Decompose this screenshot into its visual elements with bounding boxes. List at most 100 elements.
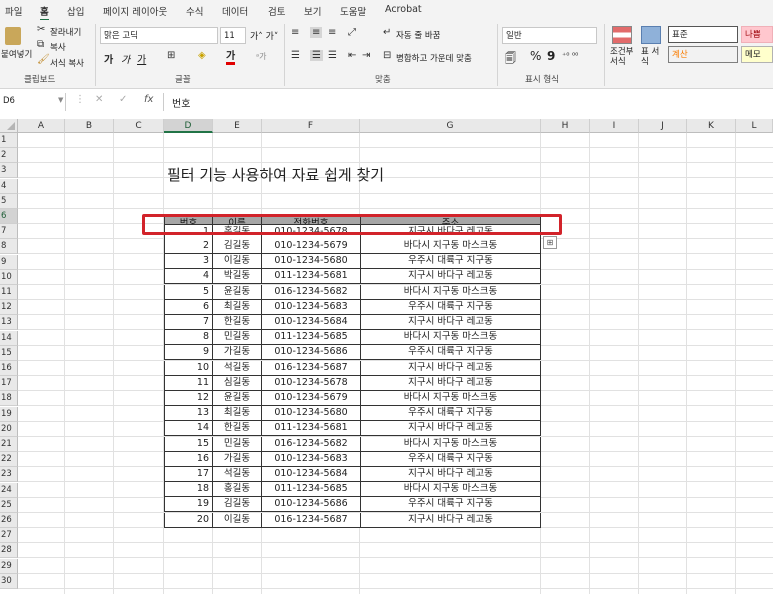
cell-address[interactable]: 바다시 지구동 마스크동 (360, 482, 541, 498)
row-header-8[interactable]: 8 (0, 239, 18, 255)
decimal-icon[interactable]: ⁺⁰ ⁰⁰ (562, 51, 578, 60)
tab-acrobat[interactable]: Acrobat (385, 4, 422, 15)
merge-center-button[interactable]: 병합하고 가운데 맞춤 (396, 52, 472, 64)
row-header-21[interactable]: 21 (0, 437, 18, 452)
row-header-11[interactable]: 11 (0, 285, 18, 300)
outdent-icon[interactable]: ⇥ (362, 50, 370, 61)
conditional-format-icon[interactable] (612, 26, 632, 44)
sheet-title[interactable]: 필터 기능 사용하여 자료 쉽게 찾기 (167, 164, 384, 186)
cell-address[interactable]: 바다시 지구동 마스크동 (360, 390, 541, 407)
cell-phone[interactable]: 010-1234-5680 (261, 254, 361, 270)
column-header-e[interactable]: E (213, 119, 262, 133)
cell-number[interactable]: 18 (164, 482, 213, 498)
column-header-k[interactable]: K (687, 119, 736, 133)
percent-icon[interactable]: % (530, 49, 541, 63)
cell-phone[interactable]: 016-1234-5687 (261, 360, 361, 376)
cell-name[interactable]: 최길동 (212, 406, 262, 422)
cell-number[interactable]: 6 (164, 299, 213, 315)
style-normal[interactable]: 표준 (668, 26, 738, 43)
cell-phone[interactable]: 011-1234-5681 (261, 421, 361, 437)
orientation-icon[interactable]: ⤢ (348, 27, 356, 38)
column-header-g[interactable]: G (360, 119, 541, 133)
cell-address[interactable]: 지구시 바다구 레고동 (360, 360, 541, 376)
row-header-9[interactable]: 9 (0, 254, 18, 270)
select-all-button[interactable] (0, 119, 18, 133)
cell-phone[interactable]: 011-1234-5681 (261, 269, 361, 285)
align-left-icon[interactable]: ☰ (291, 50, 300, 61)
comma-icon[interactable]: 9 (547, 49, 555, 63)
cell-name[interactable]: 김길동 (212, 238, 262, 255)
cell-phone[interactable]: 010-1234-5680 (261, 406, 361, 422)
row-header-26[interactable]: 26 (0, 513, 18, 528)
cell-number[interactable]: 2 (164, 238, 213, 255)
cell-address[interactable]: 바다시 지구동 마스크동 (360, 436, 541, 452)
column-header-f[interactable]: F (262, 119, 360, 133)
column-header-i[interactable]: I (590, 119, 639, 133)
cell-phone[interactable]: 011-1234-5685 (261, 330, 361, 346)
cell-phone[interactable]: 010-1234-5683 (261, 299, 361, 315)
cell-address[interactable]: 우주시 대륙구 지구동 (360, 497, 541, 513)
row-header-17[interactable]: 17 (0, 376, 18, 392)
enter-icon[interactable]: ✓ (119, 94, 127, 105)
merge-icon[interactable]: ⊟ (383, 50, 391, 61)
format-painter-button[interactable]: 서식 복사 (50, 57, 84, 69)
row-header-16[interactable]: 16 (0, 361, 18, 376)
cell-number[interactable]: 17 (164, 466, 213, 483)
column-header-d[interactable]: D (164, 119, 213, 133)
align-top-icon[interactable]: ≡ (291, 27, 299, 38)
quick-analysis-icon[interactable]: ⊞ (543, 236, 557, 249)
name-box[interactable]: D6 (0, 93, 66, 111)
cell-name[interactable]: 김길동 (212, 497, 262, 513)
cell-phone[interactable]: 010-1234-5683 (261, 451, 361, 467)
cell-number[interactable]: 20 (164, 512, 213, 528)
cell-address[interactable]: 지구시 바다구 레고동 (360, 466, 541, 483)
name-box-dropdown-icon[interactable]: ▼ (58, 96, 63, 104)
cell-address[interactable]: 지구시 바다구 레고동 (360, 421, 541, 437)
cell-address[interactable]: 지구시 바다구 레고동 (360, 314, 541, 331)
cell-name[interactable]: 가길동 (212, 451, 262, 467)
bold-icon[interactable]: 가 (104, 51, 113, 66)
cell-name[interactable]: 한길동 (212, 314, 262, 331)
row-header-15[interactable]: 15 (0, 345, 18, 361)
row-header-2[interactable]: 2 (0, 148, 18, 164)
column-header-j[interactable]: J (639, 119, 687, 133)
tab-view[interactable]: 보기 (304, 4, 321, 18)
cell-address[interactable]: 바다시 지구동 마스크동 (360, 284, 541, 300)
row-header-29[interactable]: 29 (0, 558, 18, 574)
row-header-12[interactable]: 12 (0, 300, 18, 316)
cell-name[interactable]: 최길동 (212, 299, 262, 315)
column-header-b[interactable]: B (65, 119, 114, 133)
tab-page-layout[interactable]: 페이지 레이아웃 (103, 4, 167, 18)
row-header-25[interactable]: 25 (0, 497, 18, 513)
tab-home[interactable]: 홈 (40, 4, 49, 21)
row-header-18[interactable]: 18 (0, 391, 18, 407)
cell-phone[interactable]: 011-1234-5685 (261, 482, 361, 498)
cell-name[interactable]: 윤길동 (212, 390, 262, 407)
italic-icon[interactable]: 가 (121, 51, 130, 66)
align-center-icon[interactable]: ☰ (310, 50, 323, 61)
row-header-5[interactable]: 5 (0, 193, 18, 209)
font-color-icon[interactable]: 가 (226, 51, 236, 65)
cell-name[interactable]: 홍길동 (212, 482, 262, 498)
cell-name[interactable]: 한길동 (212, 421, 262, 437)
paste-button[interactable]: 붙여넣기 (1, 48, 32, 60)
cell-name[interactable]: 석길동 (212, 360, 262, 376)
font-size-select[interactable]: 11 (220, 27, 246, 44)
scissors-icon[interactable]: ✂ (37, 24, 45, 35)
align-bottom-icon[interactable]: ≡ (328, 27, 336, 38)
column-header-c[interactable]: C (114, 119, 164, 133)
cell-phone[interactable]: 010-1234-5684 (261, 466, 361, 483)
tab-help[interactable]: 도움말 (340, 4, 366, 18)
cell-number[interactable]: 13 (164, 406, 213, 422)
column-header-a[interactable]: A (18, 119, 65, 133)
cell-name[interactable]: 석길동 (212, 466, 262, 483)
format-painter-icon[interactable]: 🖌 (37, 54, 50, 65)
cell-address[interactable]: 우주시 대륙구 지구동 (360, 345, 541, 361)
border-icon[interactable]: ⊞ (167, 50, 175, 61)
cell-address[interactable]: 우주시 대륙구 지구동 (360, 451, 541, 467)
cell-number[interactable]: 19 (164, 497, 213, 513)
cell-phone[interactable]: 010-1234-5686 (261, 497, 361, 513)
formula-input[interactable]: 번호 (172, 95, 190, 110)
cell-name[interactable]: 민길동 (212, 436, 262, 452)
cell-phone[interactable]: 010-1234-5679 (261, 238, 361, 255)
